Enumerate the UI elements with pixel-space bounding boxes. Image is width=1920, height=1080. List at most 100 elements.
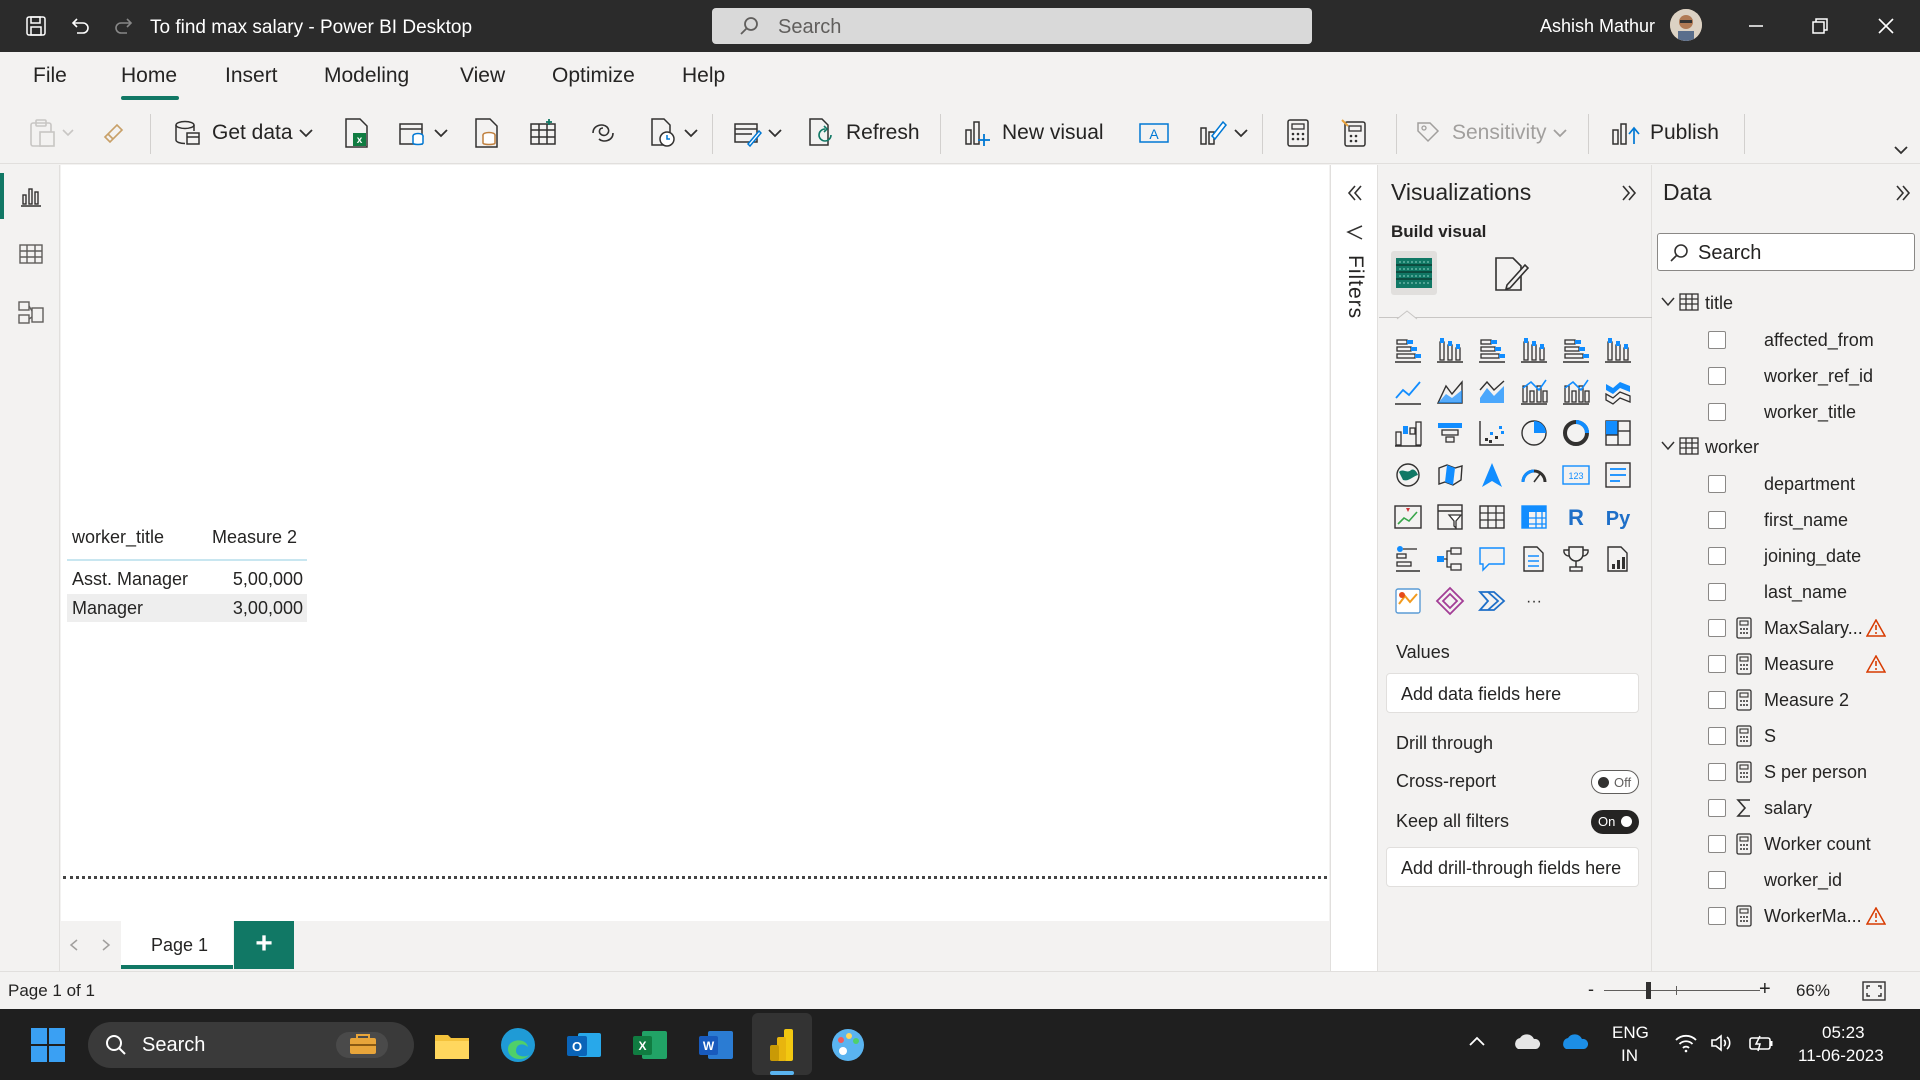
sql-server-button[interactable] [472, 116, 502, 150]
matrix-icon[interactable] [1519, 502, 1549, 532]
field-checkbox[interactable] [1708, 655, 1726, 673]
chevron-down-icon[interactable] [1661, 441, 1675, 451]
power-apps-icon[interactable] [1435, 586, 1465, 616]
close-icon[interactable] [1874, 14, 1898, 38]
new-visual-button[interactable]: New visual [962, 116, 1104, 150]
waterfall-chart-icon[interactable] [1393, 418, 1423, 448]
python-visual-icon[interactable]: Py [1603, 502, 1633, 532]
dataverse-button[interactable] [588, 116, 618, 150]
scatter-chart-icon[interactable] [1477, 418, 1507, 448]
gauge-icon[interactable] [1519, 460, 1549, 490]
taskbar-search[interactable]: Search [88, 1022, 414, 1068]
table-node[interactable]: title [1661, 289, 1911, 319]
ribbon-chart-icon[interactable] [1603, 376, 1633, 406]
field-item[interactable]: S per person [1653, 757, 1920, 787]
filled-map-icon[interactable] [1435, 460, 1465, 490]
qna-icon[interactable] [1477, 544, 1507, 574]
field-item[interactable]: first_name [1653, 505, 1920, 535]
field-item[interactable]: Measure 2 [1653, 685, 1920, 715]
field-checkbox[interactable] [1708, 799, 1726, 817]
fit-to-page-icon[interactable] [1862, 981, 1886, 1001]
field-item[interactable]: WorkerMa... [1653, 901, 1920, 931]
zoom-in-button[interactable]: + [1759, 978, 1771, 1001]
field-checkbox[interactable] [1708, 619, 1726, 637]
power-automate-icon[interactable] [1477, 586, 1507, 616]
model-view-icon[interactable] [17, 299, 45, 327]
table-header[interactable]: Measure 2 [212, 527, 297, 548]
transform-data-button[interactable] [732, 116, 782, 150]
onelake-hub-button[interactable] [398, 116, 448, 150]
scroll-right-icon[interactable] [101, 939, 111, 951]
region-indicator[interactable]: IN [1621, 1046, 1638, 1066]
tab-view[interactable]: View [460, 64, 505, 88]
quick-measure-button[interactable] [1340, 116, 1370, 150]
language-indicator[interactable]: ENG [1612, 1023, 1649, 1043]
cross-report-toggle[interactable]: Off [1591, 770, 1639, 794]
field-item[interactable]: worker_id [1653, 865, 1920, 895]
power-bi-icon[interactable] [762, 1025, 802, 1065]
field-item[interactable]: last_name [1653, 577, 1920, 607]
funnel-chart-icon[interactable] [1435, 418, 1465, 448]
battery-icon[interactable] [1748, 1033, 1774, 1053]
field-item[interactable]: joining_date [1653, 541, 1920, 571]
restore-icon[interactable] [1808, 14, 1832, 38]
azure-map-icon[interactable] [1477, 460, 1507, 490]
card-icon[interactable]: 123 [1561, 460, 1591, 490]
excel-icon[interactable]: X [630, 1025, 670, 1065]
save-icon[interactable] [24, 14, 48, 38]
field-checkbox[interactable] [1708, 763, 1726, 781]
donut-chart-icon[interactable] [1561, 418, 1591, 448]
stacked-area-chart-icon[interactable] [1477, 376, 1507, 406]
field-checkbox[interactable] [1708, 367, 1726, 385]
table-view-icon[interactable] [18, 241, 44, 267]
tab-file[interactable]: File [33, 64, 67, 88]
filters-pane-collapsed[interactable]: Filters [1330, 165, 1378, 971]
new-measure-button[interactable] [1284, 116, 1312, 150]
100-stacked-bar-chart-icon[interactable] [1561, 334, 1591, 364]
refresh-button[interactable]: Refresh [806, 116, 920, 150]
100-stacked-column-chart-icon[interactable] [1603, 334, 1633, 364]
clustered-bar-chart-icon[interactable] [1477, 334, 1507, 364]
paste-button[interactable] [28, 116, 74, 150]
area-chart-icon[interactable] [1435, 376, 1465, 406]
r-visual-icon[interactable]: R [1561, 502, 1591, 532]
outlook-icon[interactable]: O [564, 1025, 604, 1065]
field-item[interactable]: salary [1653, 793, 1920, 823]
get-data-button[interactable]: Get data [172, 116, 313, 150]
file-explorer-icon[interactable] [432, 1025, 472, 1065]
collapse-right-icon[interactable] [1619, 183, 1639, 203]
publish-button[interactable]: Publish [1610, 116, 1719, 150]
chevron-up-icon[interactable] [1468, 1035, 1486, 1047]
onedrive-business-icon[interactable] [1560, 1031, 1590, 1051]
values-well[interactable]: Add data fields here [1386, 673, 1639, 713]
field-item[interactable]: worker_ref_id [1653, 361, 1920, 391]
build-visual-tab[interactable] [1391, 251, 1437, 295]
kpi-icon[interactable] [1393, 502, 1423, 532]
line-and-stacked-column-icon[interactable] [1519, 376, 1549, 406]
treemap-icon[interactable] [1603, 418, 1633, 448]
data-search-input[interactable]: Search [1657, 233, 1915, 271]
more-visuals-icon[interactable]: ··· [1519, 586, 1549, 616]
tab-insert[interactable]: Insert [225, 64, 278, 88]
map-icon[interactable] [1393, 460, 1423, 490]
line-and-clustered-column-icon[interactable] [1561, 376, 1591, 406]
clock-time[interactable]: 05:23 [1822, 1023, 1865, 1043]
chevron-down-icon[interactable] [1661, 297, 1675, 307]
clock-date[interactable]: 11-06-2023 [1798, 1046, 1884, 1066]
field-item[interactable]: worker_title [1653, 397, 1920, 427]
zoom-level[interactable]: 66% [1796, 981, 1830, 1001]
field-checkbox[interactable] [1708, 511, 1726, 529]
tab-modeling[interactable]: Modeling [324, 64, 409, 88]
avatar[interactable] [1670, 9, 1702, 41]
field-item[interactable]: Worker count [1653, 829, 1920, 859]
field-checkbox[interactable] [1708, 835, 1726, 853]
table-node[interactable]: worker [1661, 433, 1911, 463]
warning-icon[interactable] [1866, 655, 1886, 673]
line-chart-icon[interactable] [1393, 376, 1423, 406]
format-painter-button[interactable] [100, 116, 128, 150]
tab-optimize[interactable]: Optimize [552, 64, 635, 88]
warning-icon[interactable] [1866, 907, 1886, 925]
expand-left-icon[interactable] [1345, 183, 1365, 203]
wifi-icon[interactable] [1674, 1033, 1698, 1053]
recent-sources-button[interactable] [648, 116, 698, 150]
